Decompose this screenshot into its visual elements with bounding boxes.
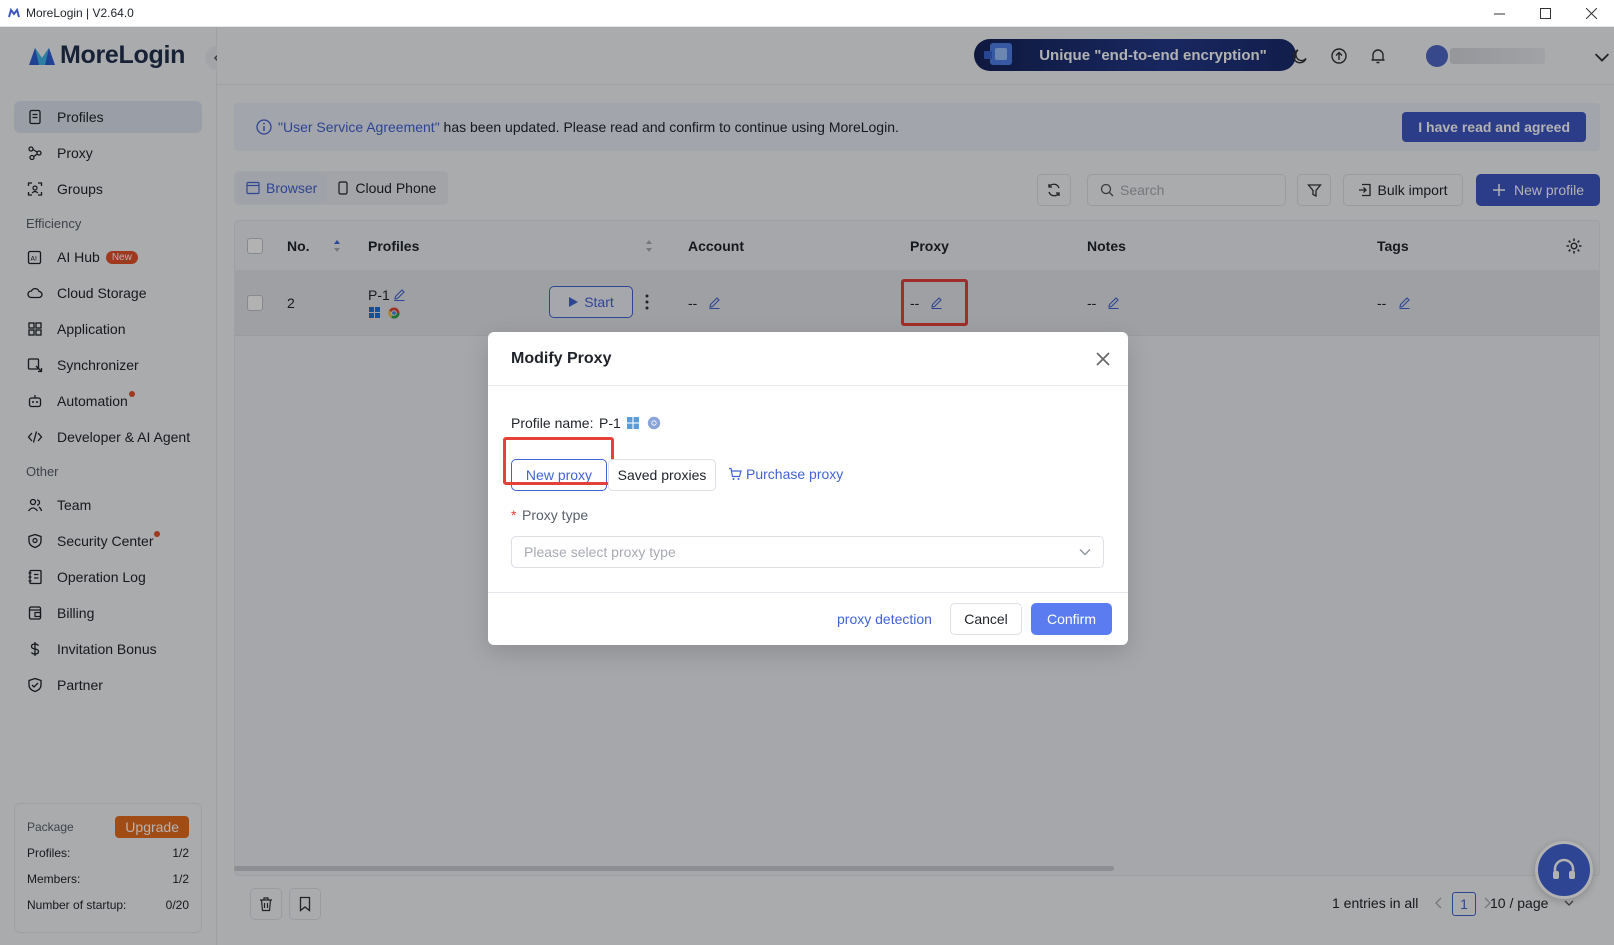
proxy-type-placeholder: Please select proxy type — [524, 544, 676, 560]
modify-proxy-dialog: Modify Proxy Profile name: P-1 New proxy… — [488, 332, 1128, 645]
chrome-icon — [647, 416, 661, 430]
proxy-type-label: Proxy type — [522, 507, 589, 523]
dialog-footer: proxy detection Cancel Confirm — [488, 592, 1128, 645]
window-controls — [1476, 0, 1614, 27]
proxy-type-select[interactable]: Please select proxy type — [511, 536, 1104, 568]
dialog-header: Modify Proxy — [488, 332, 1128, 386]
purchase-proxy-label: Purchase proxy — [746, 466, 844, 482]
proxy-detection-link[interactable]: proxy detection — [837, 611, 932, 627]
purchase-proxy-link[interactable]: Purchase proxy — [728, 466, 843, 482]
minimize-icon — [1493, 13, 1505, 15]
profile-name-value: P-1 — [599, 415, 621, 431]
close-window-button[interactable] — [1568, 0, 1614, 27]
window-title: MoreLogin | V2.64.0 — [26, 6, 134, 20]
maximize-button[interactable] — [1522, 0, 1568, 27]
close-icon — [1585, 8, 1597, 19]
new-proxy-highlight — [503, 437, 614, 485]
app-logo-icon — [8, 7, 20, 18]
saved-proxies-tab[interactable]: Saved proxies — [608, 459, 716, 491]
windows-icon — [627, 417, 639, 429]
maximize-icon — [1539, 8, 1551, 19]
minimize-button[interactable] — [1476, 0, 1522, 27]
profile-name-label: Profile name: — [511, 415, 594, 431]
confirm-button[interactable]: Confirm — [1031, 603, 1112, 635]
title-bar: MoreLogin | V2.64.0 — [0, 0, 1614, 27]
cancel-button[interactable]: Cancel — [950, 603, 1022, 635]
chevron-down-icon — [1079, 549, 1091, 556]
required-mark: * — [511, 507, 517, 523]
cart-icon — [729, 467, 742, 480]
close-icon[interactable] — [1094, 350, 1112, 368]
dialog-title: Modify Proxy — [511, 350, 612, 367]
